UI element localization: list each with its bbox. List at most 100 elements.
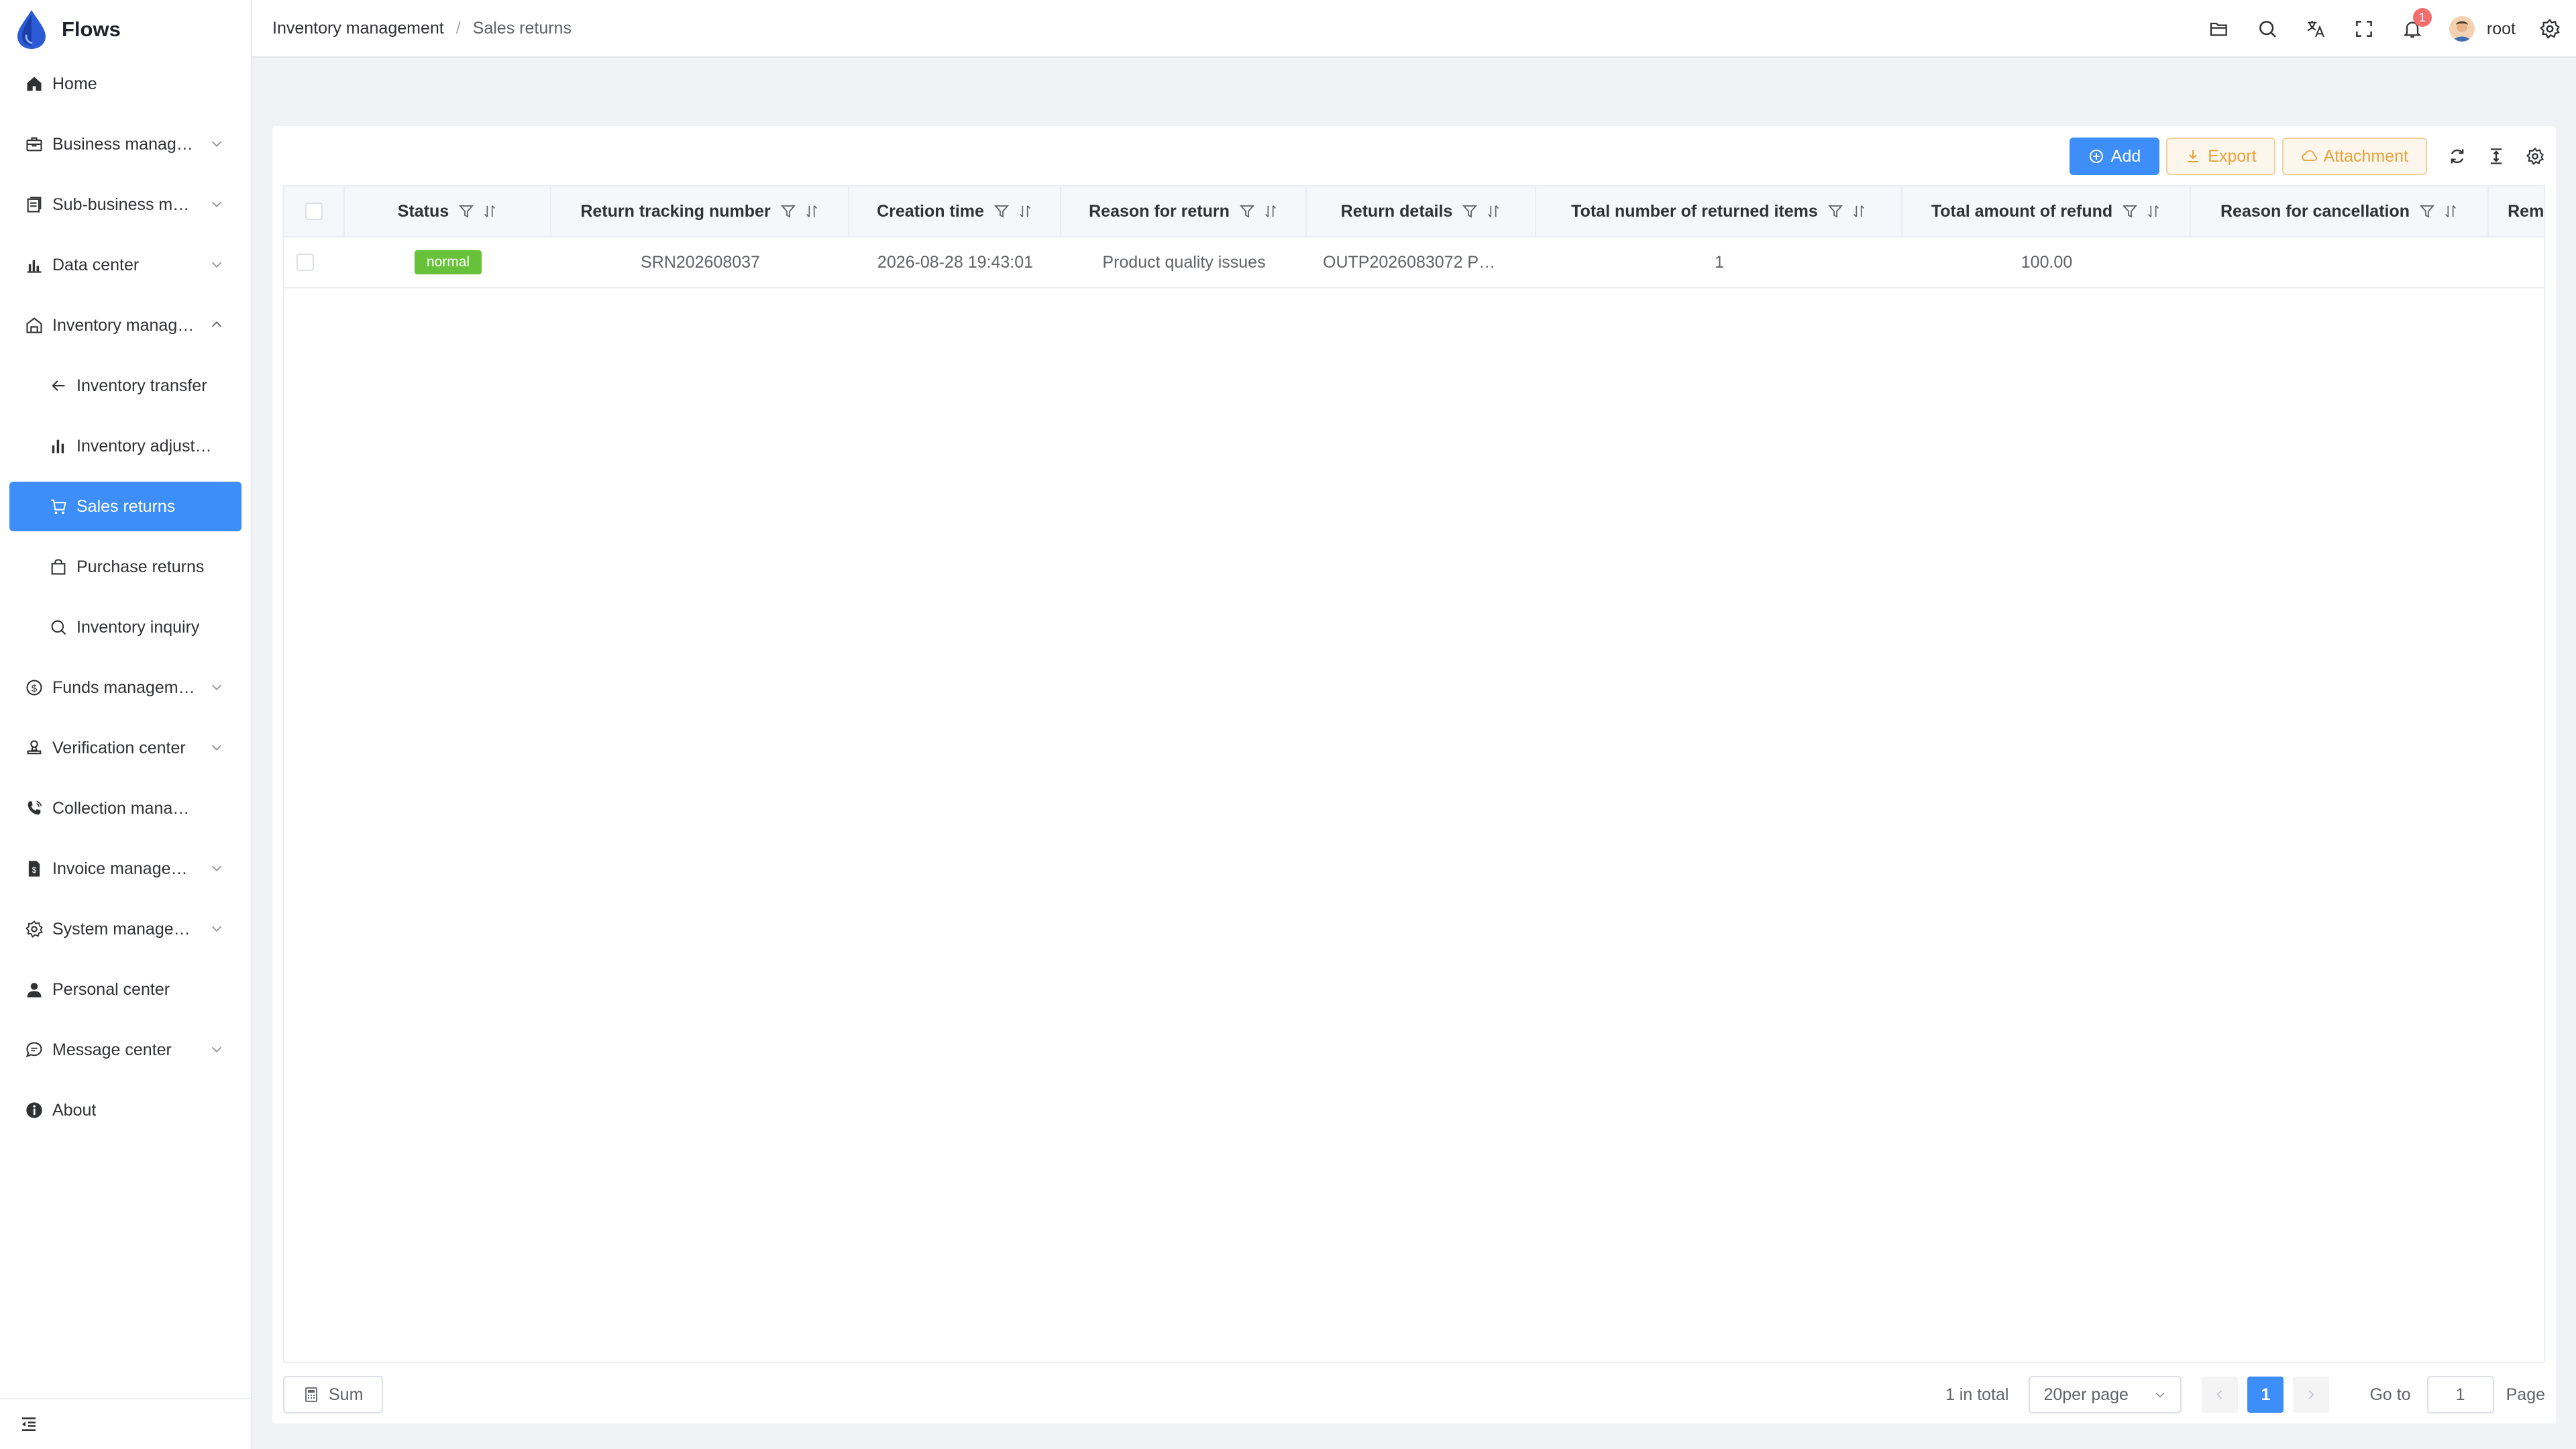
table-footer: Sum 1 in total 20per page 1 Go to 1 Page	[283, 1375, 2545, 1414]
coin-icon: $	[26, 680, 42, 696]
sum-button[interactable]: Sum	[283, 1376, 384, 1413]
sidebar-item-inventory-management[interactable]: Inventory manag…	[9, 301, 241, 350]
header-select-all	[284, 186, 345, 236]
main-panel: Add Export Attachment Status Return trac…	[272, 126, 2556, 1424]
filter-icon[interactable]	[1239, 203, 1255, 219]
brand-name: Flows	[62, 17, 121, 41]
gear-icon	[2526, 148, 2544, 165]
sidebar-item-sales-returns[interactable]: Sales returns	[9, 482, 241, 531]
sort-icon[interactable]	[2443, 203, 2458, 219]
chevron-down-icon	[211, 1046, 222, 1053]
column-header-total-items[interactable]: Total number of returned items	[1536, 186, 1902, 236]
chevron-down-icon	[211, 684, 222, 690]
sidebar-item-invoice-management[interactable]: $ Invoice manage…	[9, 844, 241, 894]
column-header-tracking-number[interactable]: Return tracking number	[551, 186, 849, 236]
filter-icon[interactable]	[780, 203, 796, 219]
column-header-total-refund[interactable]: Total amount of refund	[1902, 186, 2191, 236]
cell-total-refund: 100.00	[2021, 252, 2073, 272]
pagination: 1 in total 20per page 1 Go to 1 Page	[1945, 1375, 2545, 1414]
sidebar-item-label: Collection managem…	[52, 798, 196, 818]
row-checkbox[interactable]	[297, 254, 314, 271]
column-header-status[interactable]: Status	[345, 186, 551, 236]
page-label: Page	[2506, 1385, 2545, 1404]
sidebar-item-collection-management[interactable]: Collection managem…	[9, 784, 241, 833]
chevron-down-icon	[211, 201, 222, 207]
filter-icon[interactable]	[1827, 203, 1843, 219]
translate-button[interactable]	[2304, 17, 2327, 40]
page-button-current[interactable]: 1	[2247, 1377, 2284, 1413]
invoice-icon: $	[28, 861, 40, 877]
cell-creation-time: 2026-08-28 19:43:01	[877, 252, 1034, 272]
sidebar-item-about[interactable]: About	[9, 1085, 241, 1135]
sidebar-item-verification-center[interactable]: Verification center	[9, 723, 241, 773]
filter-icon[interactable]	[2419, 203, 2435, 219]
collapse-menu-icon[interactable]	[19, 1414, 39, 1434]
settings-button[interactable]	[2538, 17, 2561, 40]
username: root	[2486, 19, 2516, 38]
export-button[interactable]: Export	[2166, 138, 2275, 175]
sort-icon[interactable]	[2146, 203, 2161, 219]
column-header-label: Reason for cancellation	[2220, 201, 2410, 221]
prev-page-button[interactable]	[2202, 1377, 2239, 1413]
sidebar-item-label: Home	[52, 74, 97, 93]
add-button[interactable]: Add	[2069, 138, 2160, 175]
bar-chart-icon	[27, 260, 42, 273]
chevron-down-icon	[211, 926, 222, 932]
column-header-return-details[interactable]: Return details	[1307, 186, 1536, 236]
sidebar-item-label: Inventory transfer	[76, 376, 207, 395]
column-header-remark[interactable]: Remark	[2489, 186, 2544, 236]
sidebar-item-message-center[interactable]: Message center	[9, 1025, 241, 1075]
breadcrumb-parent[interactable]: Inventory management	[272, 19, 444, 38]
sort-icon[interactable]	[482, 203, 497, 219]
download-icon	[2188, 150, 2199, 162]
refresh-button[interactable]	[2447, 146, 2467, 166]
sidebar-item-funds-management[interactable]: $ Funds managem…	[9, 663, 241, 712]
brand[interactable]: Flows	[0, 0, 251, 59]
sort-icon[interactable]	[804, 203, 819, 219]
goto-page-input[interactable]: 1	[2426, 1376, 2494, 1413]
sidebar-item-inventory-adjustment[interactable]: Inventory adjustm…	[9, 421, 241, 471]
sidebar-item-home[interactable]: Home	[9, 59, 241, 109]
column-header-creation-time[interactable]: Creation time	[849, 186, 1061, 236]
next-page-button[interactable]	[2293, 1377, 2330, 1413]
return-details-text: OUTP2026083072 P…	[1323, 252, 1496, 272]
fullscreen-button[interactable]	[2353, 17, 2375, 40]
sort-icon[interactable]	[1851, 203, 1866, 219]
sort-icon[interactable]	[1486, 203, 1501, 219]
user-menu[interactable]: root	[2449, 16, 2516, 42]
column-settings-button[interactable]	[2525, 146, 2545, 166]
cart-icon	[51, 499, 66, 515]
sort-icon[interactable]	[1263, 203, 1278, 219]
sidebar-item-business-management[interactable]: Business manag…	[9, 119, 241, 169]
search-icon	[51, 620, 66, 635]
returns-table: Status Return tracking number Creation t…	[283, 185, 2545, 1363]
row-height-icon	[2490, 148, 2502, 164]
sort-icon[interactable]	[1018, 203, 1032, 219]
column-height-button[interactable]	[2486, 146, 2506, 166]
table-toolbar: Add Export Attachment	[2063, 137, 2556, 176]
breadcrumb: Inventory management / Sales returns	[272, 19, 572, 38]
search-button[interactable]	[2256, 17, 2279, 40]
sidebar-item-purchase-returns[interactable]: Purchase returns	[9, 542, 241, 592]
filter-icon[interactable]	[458, 203, 474, 219]
select-all-checkbox[interactable]	[305, 203, 323, 220]
folder-button[interactable]	[2208, 17, 2231, 40]
column-header-cancel-reason[interactable]: Reason for cancellation	[2191, 186, 2489, 236]
attachment-button[interactable]: Attachment	[2282, 138, 2427, 175]
sidebar-item-personal-center[interactable]: Personal center	[9, 965, 241, 1014]
column-header-label: Creation time	[877, 201, 984, 221]
page-size-select[interactable]: 20per page	[2029, 1376, 2182, 1413]
sidebar-item-inventory-inquiry[interactable]: Inventory inquiry	[9, 602, 241, 652]
cell-tracking-number[interactable]: SRN202608037	[551, 237, 849, 287]
filter-icon[interactable]	[994, 203, 1010, 219]
filter-icon[interactable]	[2122, 203, 2138, 219]
sidebar-item-inventory-transfer[interactable]: Inventory transfer	[9, 361, 241, 411]
column-header-reason[interactable]: Reason for return	[1061, 186, 1307, 236]
table-row[interactable]: normal SRN202608037 2026-08-28 19:43:01 …	[284, 237, 2544, 288]
sidebar-item-sub-business[interactable]: Sub-business m…	[9, 180, 241, 229]
filter-icon[interactable]	[1462, 203, 1478, 219]
cell-return-details[interactable]: OUTP2026083072 P…	[1307, 237, 1536, 287]
sidebar-item-data-center[interactable]: Data center	[9, 240, 241, 290]
notifications-button[interactable]: 1	[2401, 8, 2432, 40]
sidebar-item-system-management[interactable]: System manage…	[9, 904, 241, 954]
